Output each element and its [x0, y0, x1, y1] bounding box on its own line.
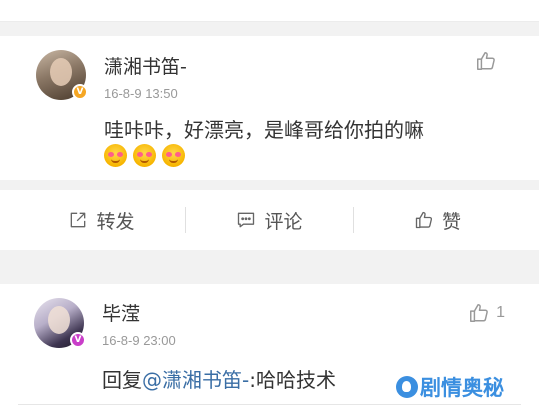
comment-card: V 潇湘书笛- 16-8-9 13:50 哇咔咔，好漂亮，是峰哥给你拍的嘛: [18, 36, 521, 180]
like-label: 赞: [441, 210, 461, 233]
blush-emoji-icon: [162, 144, 186, 167]
verified-badge-icon: V: [70, 332, 86, 348]
avatar-face: [48, 306, 70, 334]
divider: [18, 404, 521, 405]
repost-icon: [71, 212, 86, 228]
timestamp: 16-8-9 23:00: [102, 333, 176, 348]
watermark-text: 剧情奥秘: [420, 376, 504, 400]
section-separator: [0, 180, 539, 190]
like-button[interactable]: 1: [468, 302, 505, 324]
comment-label: 评论: [264, 210, 303, 233]
blush-emoji-icon: [104, 144, 127, 167]
reply-prefix: 回复: [102, 368, 142, 392]
repost-button[interactable]: 转发: [18, 207, 185, 234]
emoji-row: [104, 144, 186, 168]
username[interactable]: 潇湘书笛-: [104, 52, 187, 79]
thumbs-up-icon: [470, 304, 488, 322]
previous-card-bottom: [0, 0, 539, 22]
verified-badge-icon: V: [72, 84, 88, 100]
repost-label: 转发: [96, 210, 135, 233]
section-separator: [0, 250, 539, 284]
thumbs-up-icon: [477, 52, 495, 70]
avatar-face: [50, 58, 72, 86]
section-separator: [0, 22, 539, 36]
timestamp: 16-8-9 13:50: [104, 86, 178, 101]
action-bar: 转发 评论 赞: [18, 190, 521, 250]
comment-text: :哈哈技术: [249, 368, 336, 392]
like-action-button[interactable]: 赞: [354, 207, 521, 234]
blush-emoji-icon: [133, 144, 157, 167]
thumbs-up-icon: [415, 211, 433, 229]
comment-button[interactable]: 评论: [186, 207, 353, 234]
watermark-logo-icon: [396, 376, 418, 398]
like-count: 1: [496, 304, 505, 321]
watermark: 剧情奥秘: [396, 372, 504, 402]
comment-text: 哇咔咔，好漂亮，是峰哥给你拍的嘛: [104, 118, 424, 142]
like-button[interactable]: [475, 50, 503, 72]
comment-icon: [238, 212, 255, 228]
username[interactable]: 毕滢: [102, 299, 140, 326]
reply-text: 回复@潇湘书笛-:哈哈技术: [102, 364, 336, 393]
mention-link[interactable]: @潇湘书笛-: [142, 368, 249, 392]
